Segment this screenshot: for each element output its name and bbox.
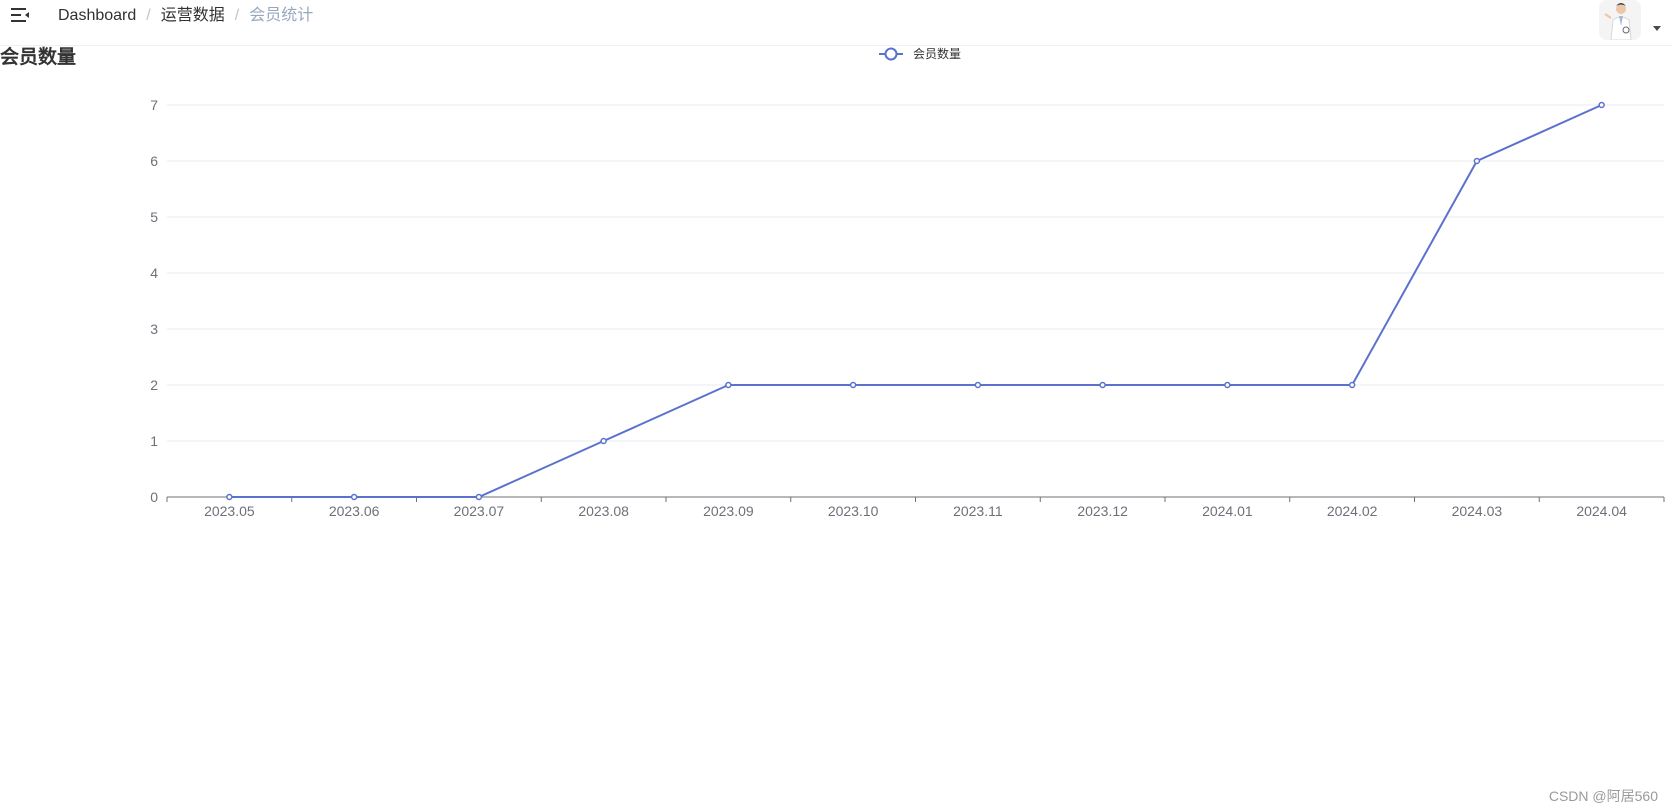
data-point xyxy=(1598,101,1605,109)
y-tick-label: 3 xyxy=(150,321,158,337)
data-point xyxy=(350,493,358,501)
breadcrumb-separator: / xyxy=(146,7,151,24)
data-point xyxy=(1099,381,1106,389)
legend-label: 会员数量 xyxy=(913,46,961,61)
x-tick-label: 2023.10 xyxy=(828,503,879,519)
breadcrumb-item-dashboard[interactable]: Dashboard xyxy=(58,7,136,24)
data-point xyxy=(600,437,607,445)
data-point xyxy=(1473,157,1481,165)
x-tick-label: 2024.02 xyxy=(1327,503,1378,519)
data-point xyxy=(725,381,732,389)
watermark: CSDN @阿居560 xyxy=(1548,788,1658,804)
x-tick-label: 2024.03 xyxy=(1452,503,1503,519)
y-tick-label: 7 xyxy=(150,97,158,113)
y-tick-label: 1 xyxy=(150,433,158,449)
user-avatar[interactable] xyxy=(1599,0,1641,40)
data-point xyxy=(475,493,483,501)
caret-down-icon[interactable] xyxy=(1653,26,1661,31)
x-tick-label: 2023.11 xyxy=(953,503,1003,519)
top-navbar: Dashboard / 运营数据 / 会员统计 xyxy=(0,0,1672,46)
data-point xyxy=(849,381,857,389)
x-tick-label: 2024.04 xyxy=(1576,503,1627,519)
breadcrumb-item-current: 会员统计 xyxy=(249,7,314,24)
x-tick-label: 2023.08 xyxy=(578,503,629,519)
breadcrumb-item-operations[interactable]: 运营数据 xyxy=(161,7,225,24)
x-tick-label: 2024.01 xyxy=(1202,503,1253,519)
x-tick-label: 2023.06 xyxy=(329,503,380,519)
breadcrumb: Dashboard / 运营数据 / 会员统计 xyxy=(58,6,313,26)
hamburger-fold-icon[interactable] xyxy=(10,6,32,24)
y-tick-label: 5 xyxy=(150,209,158,225)
x-tick-label: 2023.09 xyxy=(703,503,754,519)
line-chart-svg: 0 1 2 3 4 5 6 7 2023.05 2023.06 2023.07 2023.08 2023… xyxy=(150,46,1665,519)
breadcrumb-separator: / xyxy=(234,7,240,24)
member-count-chart: 0 1 2 3 4 5 6 7 2023.05 2023.06 2023.07 2023.08 2023… xyxy=(0,46,1672,566)
y-tick-label: 4 xyxy=(150,265,158,281)
avatar-image xyxy=(1599,0,1641,40)
x-tick-label: 2023.07 xyxy=(454,503,505,519)
y-tick-label: 2 xyxy=(150,377,158,393)
y-tick-label: 0 xyxy=(150,489,158,505)
x-tick-label: 2023.12 xyxy=(1077,503,1128,519)
data-point xyxy=(226,493,233,501)
legend-marker-icon xyxy=(884,47,898,61)
x-tick-label: 2023.05 xyxy=(204,503,255,519)
data-point xyxy=(1348,381,1356,389)
y-tick-label: 6 xyxy=(150,153,158,169)
data-point xyxy=(974,381,982,389)
data-point xyxy=(1224,381,1231,389)
series-line xyxy=(229,104,1603,498)
